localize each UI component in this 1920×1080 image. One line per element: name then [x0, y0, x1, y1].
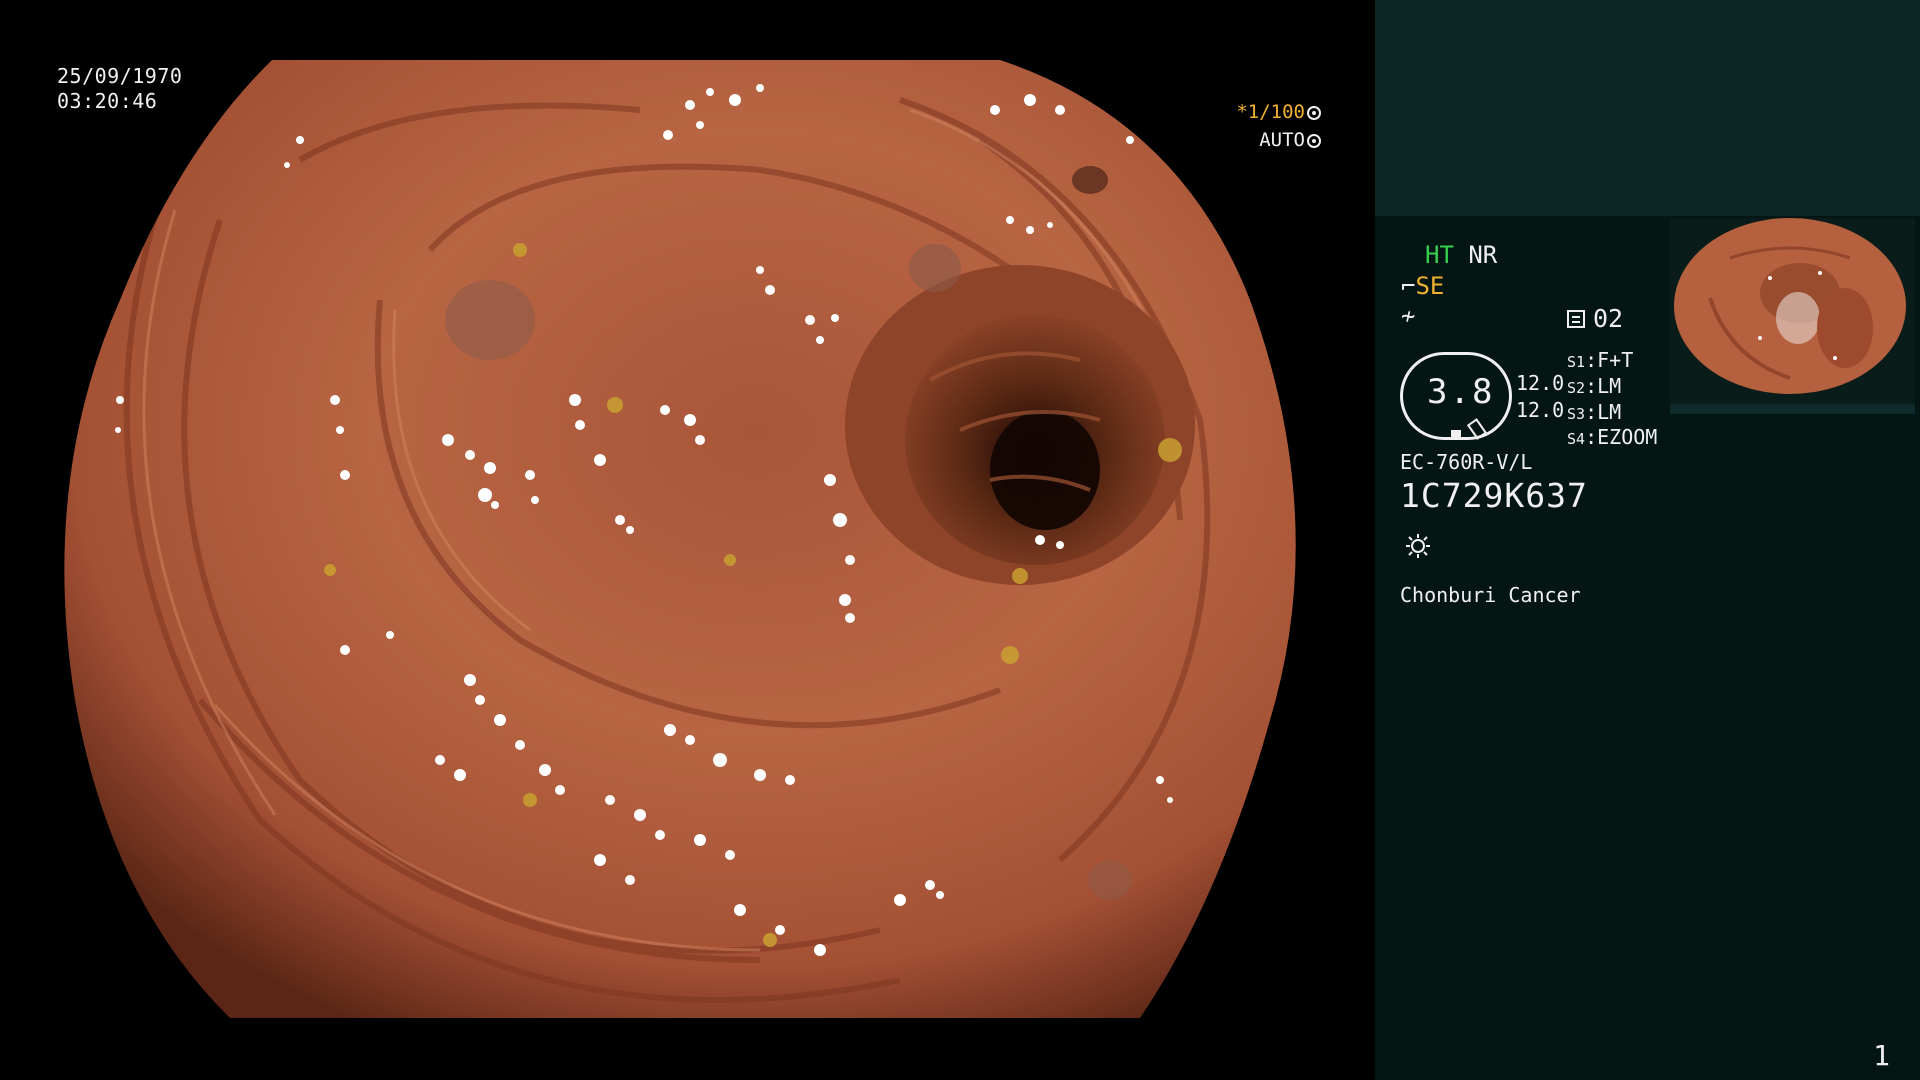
- switch-value: LM: [1597, 374, 1622, 398]
- switch-1: S1:F+T: [1567, 348, 1634, 372]
- enhancement-icon: ≁: [1401, 302, 1416, 330]
- switch-4: S4:EZOOM: [1567, 425, 1658, 449]
- switch-2: S2:LM: [1567, 374, 1622, 398]
- switch-value: LM: [1597, 400, 1622, 424]
- switch-label: S1: [1567, 353, 1586, 371]
- memory-number: 02: [1593, 304, 1624, 333]
- date-text: 25/09/1970: [57, 64, 183, 88]
- time-text: 03:20:46: [57, 89, 158, 113]
- thumbnail-preview: [1670, 218, 1915, 414]
- exposure-mode: AUTO: [1259, 129, 1305, 151]
- mode-nr: NR: [1468, 241, 1498, 269]
- value-a: 12.0: [1516, 371, 1565, 395]
- shutter-icon: [1307, 106, 1321, 120]
- mode-ht: HT: [1425, 241, 1454, 269]
- switch-value: EZOOM: [1597, 425, 1658, 449]
- switch-value: F+T: [1597, 348, 1634, 372]
- endoscopic-view: 25/09/1970 03:20:46 *1/100 AUTO: [0, 0, 1375, 1080]
- light-source-icon: [1406, 534, 1430, 558]
- structure-enhancement: ⌐SE: [1401, 272, 1444, 300]
- info-panel: HT NR ⌐SE ≁ 02 3.8 12.0 12.0 S1:F+T S2:L…: [1375, 0, 1920, 1080]
- info-panel-header: [1375, 0, 1920, 216]
- thumbnail-image: [1670, 218, 1915, 414]
- page-number: 1: [1873, 1039, 1890, 1072]
- exposure-settings: *1/100 AUTO: [1225, 98, 1321, 154]
- timestamp: 25/09/1970 03:20:46: [57, 64, 182, 114]
- switch-3: S3:LM: [1567, 400, 1622, 424]
- switch-label: S4: [1567, 430, 1586, 448]
- processing-modes: HT NR: [1425, 241, 1497, 269]
- switch-label: S2: [1567, 379, 1586, 397]
- switch-label: S3: [1567, 405, 1586, 423]
- endoscopy-screen: 25/09/1970 03:20:46 *1/100 AUTO HT NR ⌐S…: [0, 0, 1920, 1080]
- zoom-value: 3.8: [1427, 372, 1495, 412]
- shutter-speed: *1/100: [1236, 101, 1305, 123]
- mode-se: SE: [1415, 272, 1445, 300]
- zoom-marker-icon: [1451, 430, 1461, 438]
- memory-icon: [1567, 310, 1585, 328]
- colon-lumen-image: [64, 60, 1296, 1018]
- auto-iris-icon: [1307, 134, 1321, 148]
- scope-serial: 1C729K637: [1400, 476, 1588, 515]
- value-b: 12.0: [1516, 398, 1565, 422]
- site-name: Chonburi Cancer: [1400, 583, 1581, 607]
- structure-icon: ⌐: [1401, 272, 1416, 300]
- scope-model: EC-760R-V/L: [1400, 450, 1533, 474]
